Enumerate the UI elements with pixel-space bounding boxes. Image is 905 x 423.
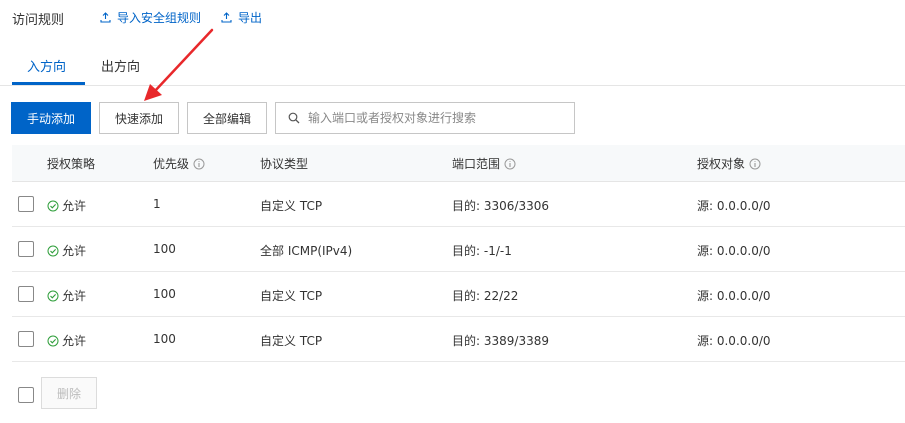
- column-header-source: 授权对象: [697, 155, 761, 172]
- export-link[interactable]: 导出: [221, 9, 262, 26]
- export-label: 导出: [238, 11, 263, 25]
- table-row: 允许 100 全部 ICMP(IPv4) 目的: -1/-1 源: 0.0.0.…: [12, 227, 905, 272]
- check-circle-icon: [47, 290, 59, 301]
- protocol-cell: 自定义 TCP: [260, 289, 323, 303]
- table-row: 允许 1 自定义 TCP 目的: 3306/3306 源: 0.0.0.0/0: [12, 182, 905, 227]
- source-cell: 源: 0.0.0.0/0: [697, 199, 771, 213]
- protocol-cell: 全部 ICMP(IPv4): [260, 244, 353, 258]
- check-circle-icon: [47, 200, 59, 211]
- check-circle-icon: [47, 335, 59, 346]
- port-cell: 目的: 3306/3306: [452, 199, 549, 213]
- table-row: 允许 100 自定义 TCP 目的: 22/22 源: 0.0.0.0/0: [12, 272, 905, 317]
- quick-add-button[interactable]: 快速添加: [99, 102, 179, 134]
- search-icon: [288, 112, 300, 124]
- priority-cell: 100: [153, 242, 176, 256]
- edit-all-button[interactable]: 全部编辑: [187, 102, 267, 134]
- search-box[interactable]: [275, 102, 575, 134]
- import-rules-label: 导入安全组规则: [117, 11, 202, 25]
- row-checkbox[interactable]: [18, 241, 34, 257]
- policy-cell: 允许: [47, 242, 86, 259]
- row-checkbox[interactable]: [18, 196, 34, 212]
- active-tab-indicator: [12, 82, 85, 85]
- upload-icon: [100, 12, 111, 23]
- row-checkbox[interactable]: [18, 286, 34, 302]
- priority-cell: 100: [153, 332, 176, 346]
- select-all-checkbox[interactable]: [18, 387, 34, 403]
- manual-add-button[interactable]: 手动添加: [11, 102, 91, 134]
- page-title: 访问规则: [12, 13, 65, 28]
- port-cell: 目的: 3389/3389: [452, 334, 549, 348]
- policy-cell: 允许: [47, 287, 86, 304]
- direction-tabs: 入方向 出方向: [0, 50, 905, 86]
- policy-cell: 允许: [47, 332, 86, 349]
- column-header-priority: 优先级: [153, 155, 205, 172]
- protocol-cell: 自定义 TCP: [260, 334, 323, 348]
- column-header-policy: 授权策略: [47, 157, 96, 171]
- delete-button[interactable]: 删除: [41, 377, 97, 409]
- toolbar: 手动添加 快速添加 全部编辑: [0, 102, 905, 134]
- row-checkbox[interactable]: [18, 331, 34, 347]
- tab-outbound[interactable]: 出方向: [101, 56, 140, 75]
- port-cell: 目的: 22/22: [452, 289, 519, 303]
- tab-inbound[interactable]: 入方向: [27, 56, 66, 75]
- source-cell: 源: 0.0.0.0/0: [697, 289, 771, 303]
- column-header-port: 端口范围: [452, 155, 516, 172]
- port-cell: 目的: -1/-1: [452, 244, 512, 258]
- check-circle-icon: [47, 245, 59, 256]
- info-circle-icon[interactable]: [749, 158, 761, 170]
- priority-cell: 1: [153, 197, 161, 211]
- info-circle-icon[interactable]: [504, 158, 516, 170]
- policy-cell: 允许: [47, 197, 86, 214]
- column-header-protocol: 协议类型: [260, 157, 309, 171]
- source-cell: 源: 0.0.0.0/0: [697, 334, 771, 348]
- priority-cell: 100: [153, 287, 176, 301]
- protocol-cell: 自定义 TCP: [260, 199, 323, 213]
- info-circle-icon[interactable]: [193, 158, 205, 170]
- search-input[interactable]: [308, 111, 568, 125]
- upload-icon: [221, 12, 232, 23]
- table-row: 允许 100 自定义 TCP 目的: 3389/3389 源: 0.0.0.0/…: [12, 317, 905, 362]
- source-cell: 源: 0.0.0.0/0: [697, 244, 771, 258]
- table-header: 授权策略 优先级 协议类型 端口范围 授权对象: [12, 145, 905, 182]
- import-rules-link[interactable]: 导入安全组规则: [100, 9, 201, 26]
- header: 访问规则 导入安全组规则 导出: [0, 0, 905, 36]
